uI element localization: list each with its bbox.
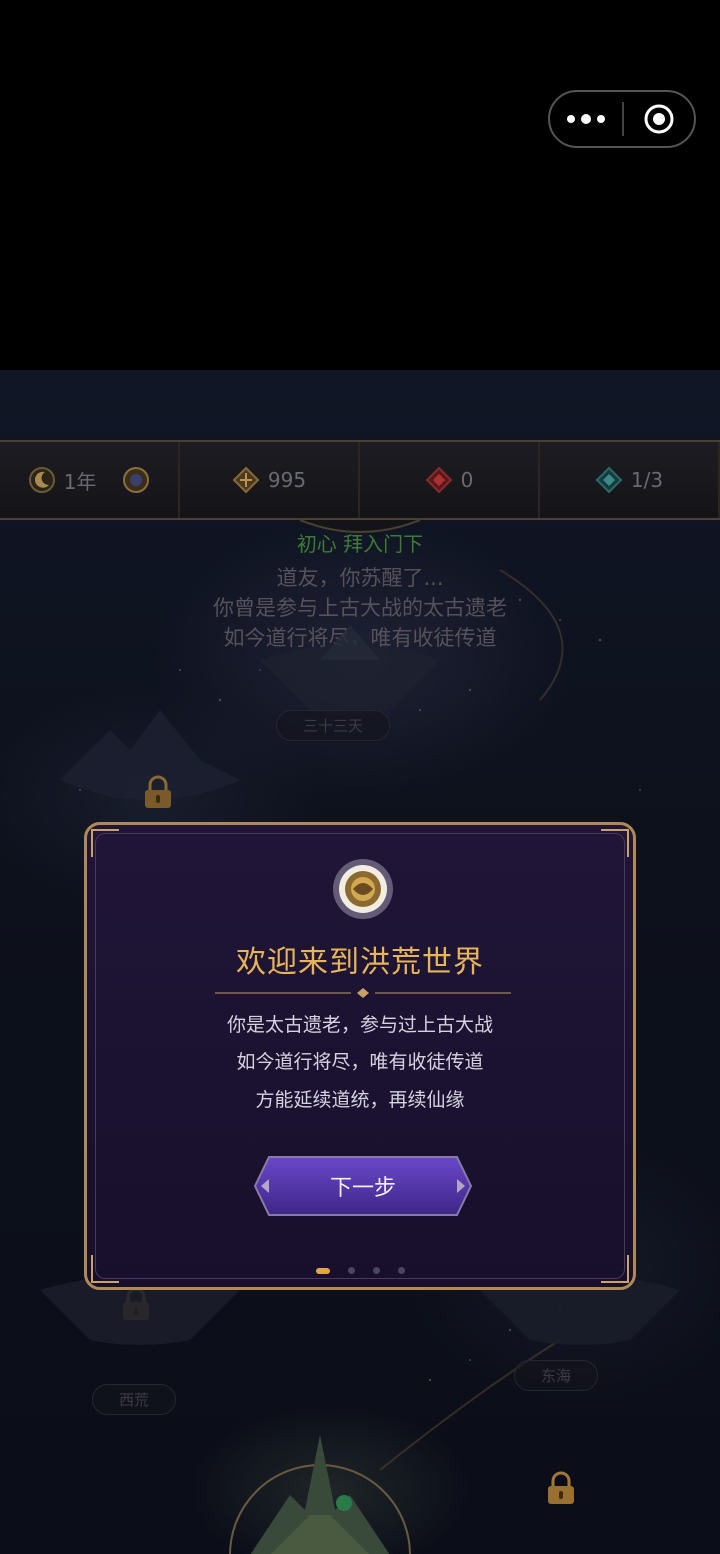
next-step-button[interactable]: 下一步 bbox=[251, 1155, 475, 1217]
title-divider bbox=[215, 988, 511, 998]
year-stat[interactable]: 1年 bbox=[0, 442, 180, 518]
page-dot bbox=[347, 1267, 355, 1274]
close-mini-program-button[interactable] bbox=[624, 103, 694, 135]
more-dot-icon bbox=[567, 115, 575, 123]
rune-gold-icon bbox=[232, 466, 260, 494]
lock-icon bbox=[548, 1471, 574, 1504]
lock-icon bbox=[145, 775, 171, 808]
region-label-east[interactable]: 东海 bbox=[514, 1360, 599, 1391]
region-label-west[interactable]: 西荒 bbox=[92, 1384, 177, 1415]
dialog-body-line: 如今道行将尽，唯有收徒传道 bbox=[236, 1051, 484, 1073]
crystal-value: 1/3 bbox=[630, 468, 664, 492]
year-value: 1年 bbox=[63, 469, 97, 494]
story-headline: 初心 拜入门下 bbox=[296, 532, 424, 556]
next-step-label: 下一步 bbox=[329, 1176, 396, 1201]
more-dot-icon bbox=[581, 114, 591, 124]
more-menu-button[interactable] bbox=[550, 92, 622, 146]
gold-rune-stat[interactable]: 995 bbox=[180, 442, 360, 518]
page-dot bbox=[397, 1267, 405, 1274]
page-indicator bbox=[87, 1267, 633, 1274]
corner-ornament bbox=[91, 829, 119, 857]
corner-ornament bbox=[601, 829, 629, 857]
page-dot bbox=[372, 1267, 380, 1274]
dialog-body-line: 方能延续道统，再续仙缘 bbox=[255, 1089, 465, 1111]
home-island[interactable] bbox=[210, 1425, 430, 1554]
sun-emblem-icon[interactable] bbox=[122, 466, 150, 494]
region-label-heaven[interactable]: 三十三天 bbox=[276, 710, 391, 741]
red-gem-icon bbox=[425, 466, 453, 494]
mini-program-capsule bbox=[548, 90, 696, 148]
welcome-dialog: 欢迎来到洪荒世界 你是太古遗老，参与过上古大战 如今道行将尽，唯有收徒传道 方能… bbox=[84, 822, 636, 1290]
more-dot-icon bbox=[597, 115, 605, 123]
page-dot-active bbox=[315, 1267, 330, 1274]
crystal-stat[interactable]: 1/3 bbox=[540, 442, 720, 518]
dialog-title: 欢迎来到洪荒世界 bbox=[236, 945, 484, 980]
story-line: 你曾是参与上古大战的太古遗老 bbox=[213, 596, 507, 620]
target-circle-icon bbox=[644, 104, 674, 134]
gold-rune-value: 995 bbox=[267, 468, 307, 492]
cyan-crystal-icon bbox=[595, 466, 623, 494]
story-line: 道友，你苏醒了... bbox=[276, 566, 444, 590]
glowing-emblem-icon bbox=[333, 859, 393, 919]
resource-bar: 1年 995 0 1/3 bbox=[0, 440, 720, 533]
dialog-body-line: 你是太古遗老，参与过上古大战 bbox=[226, 1014, 493, 1036]
status-area bbox=[0, 0, 720, 370]
red-gem-value: 0 bbox=[460, 468, 474, 492]
heaven-island[interactable] bbox=[250, 620, 450, 720]
red-gem-stat[interactable]: 0 bbox=[360, 442, 540, 518]
moon-icon bbox=[28, 467, 55, 493]
